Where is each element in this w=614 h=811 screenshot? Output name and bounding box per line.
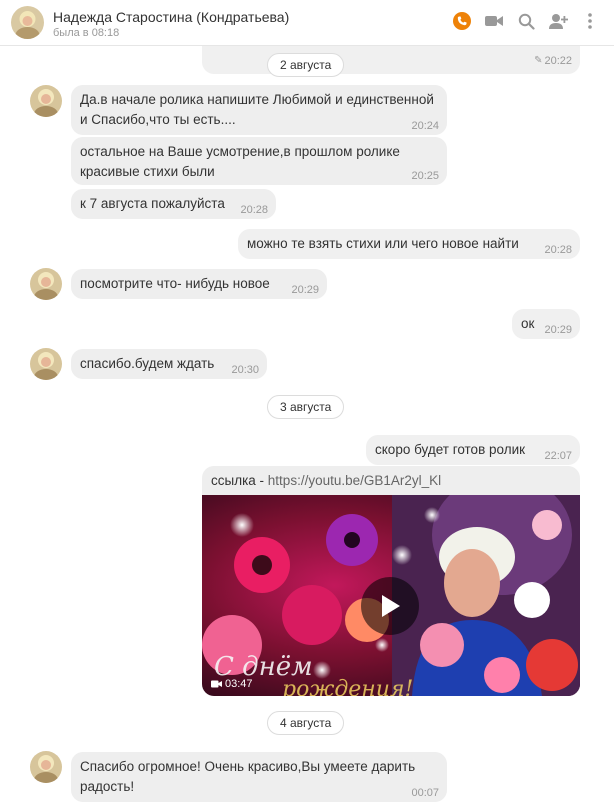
- message-time: 20:28: [240, 204, 268, 216]
- message-text: Спасибо огромное! Очень красиво,Вы умеет…: [80, 759, 416, 794]
- link-preview-message[interactable]: ссылка - https://youtu.be/GB1Ar2yl_Kl С …: [202, 466, 580, 696]
- message-text: спасибо.будем ждать: [80, 356, 215, 371]
- message-time: 22:07: [544, 450, 572, 462]
- add-user-icon[interactable]: [548, 11, 568, 31]
- message-text: к 7 августа пожалуйста: [80, 196, 225, 211]
- message-outgoing[interactable]: ок 20:29: [512, 309, 580, 339]
- message-outgoing[interactable]: можно те взять стихи или чего новое найт…: [238, 229, 580, 259]
- search-icon[interactable]: [516, 11, 536, 31]
- message-time: 20:28: [544, 244, 572, 256]
- phone-icon[interactable]: [452, 11, 472, 31]
- message-incoming[interactable]: остальное на Ваше усмотрение,в прошлом р…: [71, 137, 447, 185]
- date-separator: 3 августа: [267, 395, 345, 419]
- chat-header: Надежда Старостина (Кондратьева) была в …: [0, 0, 614, 46]
- date-separator: 4 августа: [267, 711, 345, 735]
- sender-avatar[interactable]: [30, 348, 62, 380]
- sender-avatar[interactable]: [30, 85, 62, 117]
- message-outgoing[interactable]: скоро будет готов ролик 22:07: [366, 435, 580, 465]
- message-text: можно те взять стихи или чего новое найт…: [247, 236, 519, 251]
- message-time: 20:22: [544, 55, 572, 67]
- video-camera-icon: [211, 680, 222, 688]
- more-icon[interactable]: [580, 11, 600, 31]
- message-time: 20:29: [291, 284, 319, 296]
- message-time: 00:07: [411, 787, 439, 799]
- chat-window: Надежда Старостина (Кондратьева) была в …: [0, 0, 614, 811]
- date-separator: 2 августа: [267, 53, 345, 77]
- message-text: ок: [521, 316, 535, 331]
- message-time: 20:29: [544, 324, 572, 336]
- message-time: 20:25: [411, 170, 439, 182]
- last-seen-status: была в 08:18: [53, 27, 120, 39]
- video-duration: 03:47: [225, 678, 253, 690]
- svg-text:рождения!: рождения!: [282, 677, 413, 696]
- video-thumbnail[interactable]: С днём рождения! 03:47: [202, 495, 580, 696]
- sender-avatar[interactable]: [30, 751, 62, 783]
- message-text: посмотрите что- нибудь новое: [80, 276, 270, 291]
- message-time: 20:30: [231, 364, 259, 376]
- contact-avatar[interactable]: [11, 6, 44, 39]
- contact-name[interactable]: Надежда Старостина (Кондратьева): [53, 9, 289, 25]
- sender-avatar[interactable]: [30, 268, 62, 300]
- video-link[interactable]: https://youtu.be/GB1Ar2yl_Kl: [268, 473, 441, 488]
- video-call-icon[interactable]: [484, 11, 504, 31]
- message-incoming[interactable]: Да.в начале ролика напишите Любимой и ед…: [71, 85, 447, 135]
- message-incoming[interactable]: Спасибо огромное! Очень красиво,Вы умеет…: [71, 752, 447, 802]
- link-label: ссылка -: [211, 473, 268, 488]
- message-list[interactable]: ✎ 20:22 2 августа Да.в начале ролика нап…: [0, 34, 614, 811]
- edited-pencil-icon: ✎: [534, 55, 543, 66]
- message-time: 20:24: [411, 120, 439, 132]
- message-incoming[interactable]: посмотрите что- нибудь новое 20:29: [71, 269, 327, 299]
- message-text: остальное на Ваше усмотрение,в прошлом р…: [80, 144, 400, 179]
- message-incoming[interactable]: спасибо.будем ждать 20:30: [71, 349, 267, 379]
- play-button[interactable]: [361, 577, 419, 635]
- message-text: Да.в начале ролика напишите Любимой и ед…: [80, 92, 434, 127]
- message-text: скоро будет готов ролик: [375, 442, 526, 457]
- message-incoming[interactable]: к 7 августа пожалуйста 20:28: [71, 189, 276, 219]
